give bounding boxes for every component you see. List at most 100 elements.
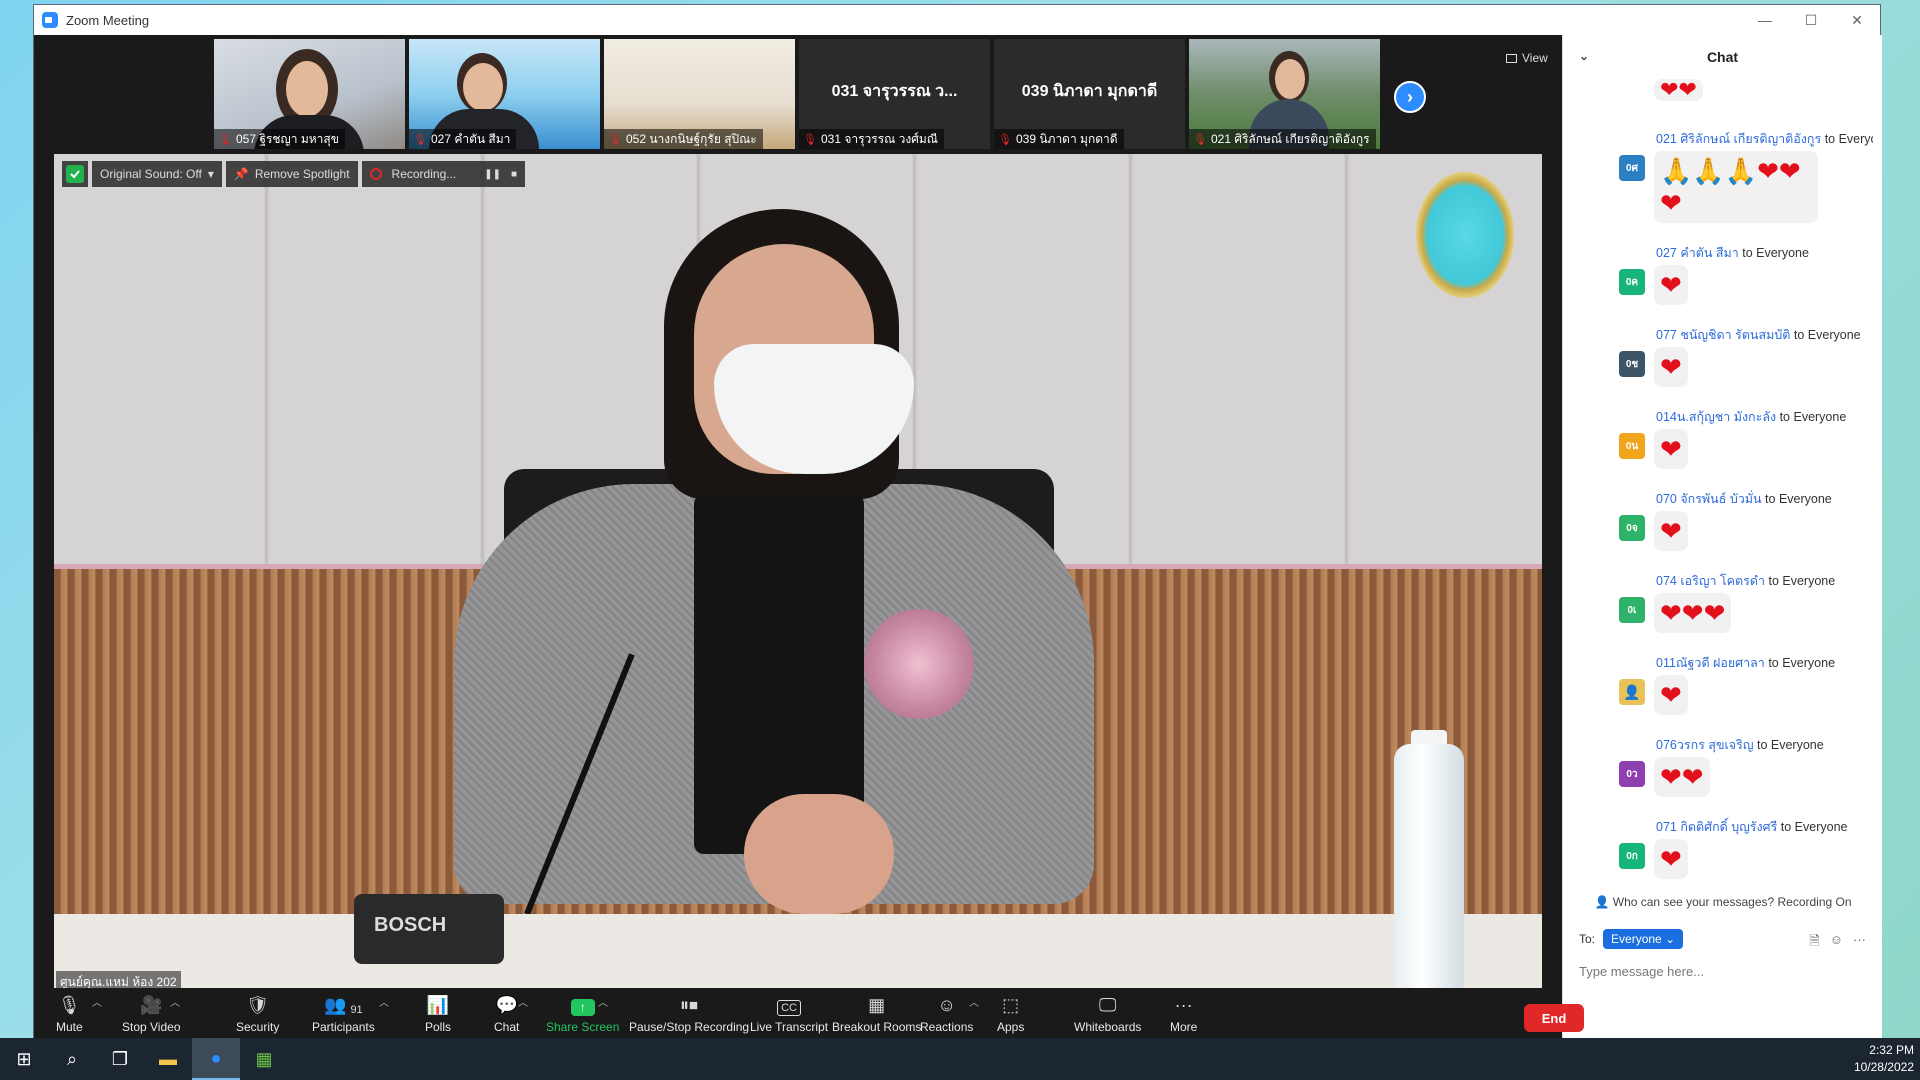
maximize-button[interactable]: ☐ (1788, 5, 1834, 35)
whiteboards-button[interactable]: 🖵 Whiteboards (1074, 994, 1141, 1034)
task-view-icon[interactable]: ❐ (96, 1038, 144, 1080)
participant-tile[interactable]: 031 จารุวรรณ ว... 🎙 031 จารุวรรณ วงศ์มณี (799, 39, 990, 149)
remove-spotlight-button[interactable]: 📌 Remove Spotlight (225, 161, 358, 187)
chat-header: ⌄ Chat (1563, 35, 1882, 79)
participant-tile[interactable]: 🎙 021 ศิริลักษณ์ เกียรติญาติอังกูร (1189, 39, 1380, 149)
person-lock-icon: 👤 (1594, 895, 1610, 909)
pause-recording-button[interactable]: ❚❚ (484, 169, 501, 180)
muted-mic-icon: 🎙 (803, 133, 817, 146)
message-content: ❤❤ (1654, 757, 1710, 797)
participant-name: 021 ศิริลักษณ์ เกียรติญาติอังกูร (1210, 131, 1370, 146)
meeting-area: 🎙 057 ฐิรชญา มหาสุข 🎙 027 คำตัน สีมา 🎙 052 … (34, 35, 1562, 1039)
message-content: ❤ (1654, 511, 1688, 551)
participant-display-name: 039 นิภาดา มุกดาดี (1021, 83, 1158, 100)
message-sender[interactable]: 014น.สกุ้ญชา มังกะลัง (1656, 410, 1776, 424)
polls-button[interactable]: 📊 Polls (425, 994, 451, 1034)
pin-icon: 📌 (233, 167, 249, 181)
share-screen-button[interactable]: ↑ Share Screen (546, 994, 619, 1034)
partial-message-bubble: ❤❤ (1654, 79, 1703, 101)
mute-button[interactable]: 🎙 Mute (56, 994, 83, 1034)
share-arrow-icon: ↑ (570, 998, 595, 1016)
reactions-button[interactable]: ☺ Reactions (920, 994, 973, 1034)
share-caret[interactable]: ︿ (598, 994, 608, 1009)
message-sender[interactable]: 076วรกร สุขเจริญ (1656, 738, 1753, 752)
message-to-label: to Everyone (1793, 328, 1861, 342)
video-camera-icon: 🎥 (140, 994, 163, 1015)
meeting-controls: 🎙 Mute ︿ 🎥 Stop Video ︿ 🛡 Security 👥 91 P… (34, 988, 1562, 1039)
muted-mic-icon: 🎙 (1193, 133, 1207, 146)
participant-tile[interactable]: 039 นิภาดา มุกดาดี 🎙 039 นิภาดา มุกดาดี (994, 39, 1185, 149)
app-taskbar-icon[interactable]: ▦ (240, 1038, 288, 1080)
more-button[interactable]: ··· More (1170, 994, 1197, 1034)
message-content: ❤ (1654, 347, 1688, 387)
muted-mic-icon: 🎙 (608, 133, 622, 146)
stop-recording-button[interactable]: ■ (511, 169, 517, 180)
message-content: ❤ (1654, 429, 1688, 469)
participant-name: 027 คำตัน สีมา (430, 131, 511, 146)
message-to-label: to Everyone (1765, 492, 1832, 506)
security-button[interactable]: 🛡 Security (236, 994, 279, 1034)
apps-label: Apps (997, 1019, 1025, 1034)
search-icon[interactable]: ⌕ (48, 1038, 96, 1080)
avatar-photo-icon: 👤 (1623, 683, 1641, 700)
pause-stop-recording-button[interactable]: ⏸⏹ Pause/Stop Recording (629, 994, 749, 1034)
message-content: ❤ (1654, 675, 1688, 715)
message-visibility-notice[interactable]: 👤 Who can see your messages? Recording O… (1563, 895, 1883, 909)
breakout-rooms-button[interactable]: ▦ Breakout Rooms (832, 994, 921, 1034)
message-sender[interactable]: 021 ศิริลักษณ์ เกียรติญาติอังกูร (1656, 132, 1821, 146)
system-clock[interactable]: 2:32 PM 10/28/2022 (1854, 1042, 1914, 1076)
reactions-caret[interactable]: ︿ (969, 994, 979, 1009)
participants-label: Participants (312, 1019, 375, 1034)
participant-tile[interactable]: 🎙 052 นางกนิษฐ์กุรัย สุปิณะ (604, 39, 795, 149)
message-content: ❤❤❤ (1654, 593, 1732, 633)
participants-caret[interactable]: ︿ (379, 994, 389, 1009)
avatar: 👤 (1619, 679, 1645, 705)
smiley-icon: ☺ (937, 994, 956, 1015)
message-sender[interactable]: 077 ชนัญชิดา รัตนสมบัติ (1656, 328, 1790, 342)
whiteboard-icon: 🖵 (1099, 994, 1117, 1015)
participant-tile[interactable]: 🎙 057 ฐิรชญา มหาสุข (214, 39, 405, 149)
chat-button[interactable]: 💬 Chat (494, 994, 519, 1034)
file-explorer-icon[interactable]: ▬ (144, 1038, 192, 1080)
message-sender[interactable]: 071 กิตติศักดิ์ บุญรังศรี (1656, 820, 1777, 834)
view-button[interactable]: View (1506, 51, 1548, 65)
message-sender[interactable]: 070 จักรพันธ์ บัวมั่น (1656, 492, 1762, 506)
apps-button[interactable]: ⬚ Apps (997, 994, 1024, 1034)
chevron-right-icon: › (1407, 86, 1413, 107)
breakout-rooms-label: Breakout Rooms (832, 1019, 922, 1034)
windows-start-icon[interactable]: ⊞ (0, 1038, 48, 1080)
participant-tile[interactable]: 🎙 027 คำตัน สีมา (409, 39, 600, 149)
chevron-down-icon[interactable]: ⌄ (1579, 49, 1589, 63)
video-options-caret[interactable]: ︿ (170, 994, 180, 1009)
audio-options-caret[interactable]: ︿ (92, 994, 102, 1009)
message-sender[interactable]: 074 เอริญา โคตรดำ (1656, 574, 1765, 588)
next-page-button[interactable]: › (1394, 81, 1426, 113)
emoji-icon[interactable]: ☺ (1830, 932, 1843, 954)
message-sender[interactable]: 027 คำตัน สีมา (1656, 246, 1739, 260)
message-sender[interactable]: 011ณัฐวดี ฝอยศาลา (1656, 656, 1765, 670)
avatar: 0น (1619, 433, 1645, 459)
live-transcript-button[interactable]: CC Live Transcript (750, 994, 828, 1034)
file-icon[interactable]: 🗎 (1809, 932, 1819, 954)
participant-display-name: 031 จารุวรรณ ว... (831, 83, 958, 100)
avatar: 0เ (1619, 597, 1645, 623)
more-options-icon[interactable]: ··· (1853, 932, 1866, 954)
close-button[interactable]: ✕ (1834, 5, 1880, 35)
end-meeting-button[interactable]: End (1524, 1004, 1584, 1032)
participants-button[interactable]: 👥 91 Participants (312, 994, 375, 1034)
message-to-label: to Everyone (1742, 246, 1809, 260)
chevron-down-icon[interactable]: ▾ (208, 167, 214, 181)
muted-mic-icon: 🎙 (218, 133, 232, 146)
chat-caret[interactable]: ︿ (518, 994, 528, 1009)
original-sound-button[interactable]: Original Sound: Off ▾ (92, 161, 222, 187)
encryption-indicator[interactable] (62, 161, 88, 187)
muted-mic-icon: 🎙 (413, 133, 427, 146)
recipient-select[interactable]: Everyone ⌄ (1603, 929, 1684, 949)
windows-taskbar: ⊞ ⌕ ❐ ▬ ● ▦ 2:32 PM 10/28/2022 (0, 1038, 1920, 1080)
zoom-taskbar-icon[interactable]: ● (192, 1038, 240, 1080)
message-content: ❤ (1654, 265, 1688, 305)
title-bar: Zoom Meeting — ☐ ✕ (34, 5, 1880, 35)
message-input[interactable]: Type message here... (1579, 964, 1704, 979)
window-title: Zoom Meeting (66, 12, 150, 28)
minimize-button[interactable]: — (1742, 5, 1788, 35)
